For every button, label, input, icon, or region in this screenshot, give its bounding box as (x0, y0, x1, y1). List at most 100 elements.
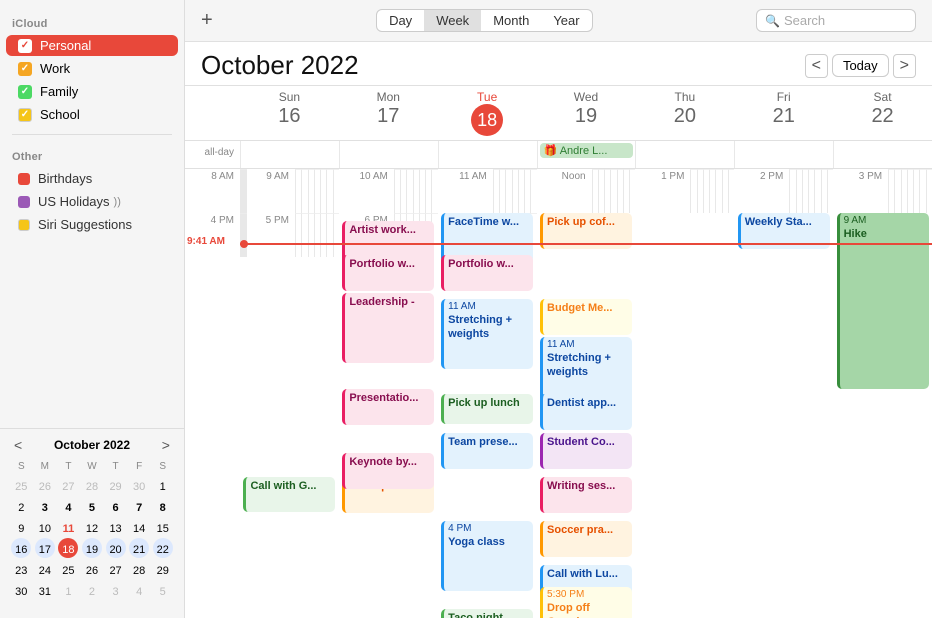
view-year-button[interactable]: Year (541, 10, 591, 31)
event-0[interactable]: Call with G... (243, 477, 335, 512)
event-18[interactable]: Student Co... (540, 433, 632, 469)
mini-cal-next[interactable]: > (158, 437, 174, 453)
time-cell-1-6[interactable] (333, 169, 339, 213)
mini-cal-prev[interactable]: < (10, 437, 26, 453)
event-9[interactable]: 11 AMStretching + weights (441, 299, 533, 369)
allday-event-andre[interactable]: 🎁 Andre L... (540, 143, 634, 158)
event-15[interactable]: Budget Me... (540, 299, 632, 335)
sidebar-item-siri-suggestions[interactable]: Siri Suggestions (6, 214, 178, 235)
event-4[interactable]: Presentatio... (342, 389, 434, 425)
mini-cal-day-4[interactable]: 4 (58, 496, 78, 516)
event-8[interactable]: Portfolio w... (441, 255, 533, 291)
mini-cal-day-3[interactable]: 3 (35, 496, 55, 516)
view-day-button[interactable]: Day (377, 10, 424, 31)
mini-cal-day-5[interactable]: 5 (82, 496, 102, 516)
cal-title: October 2022 (201, 50, 805, 81)
school-label: School (40, 107, 80, 122)
mini-cal-day-8[interactable]: 8 (153, 496, 173, 516)
event-2[interactable]: Portfolio w... (342, 255, 434, 291)
next-week-button[interactable]: > (893, 54, 916, 78)
search-box[interactable]: 🔍 Search (756, 9, 916, 32)
time-cell-2-6[interactable] (431, 169, 437, 213)
mini-cal-day-25-sep[interactable]: 25 (11, 475, 31, 495)
event-19[interactable]: Writing ses... (540, 477, 632, 513)
mini-cal-day-12[interactable]: 12 (82, 517, 102, 537)
mini-cal-day-1-nov[interactable]: 1 (58, 580, 78, 600)
mini-cal-day-19[interactable]: 19 (82, 538, 102, 558)
time-cell-4-6[interactable] (629, 169, 635, 213)
mini-cal-day-3-nov[interactable]: 3 (106, 580, 126, 600)
prev-week-button[interactable]: < (805, 54, 828, 78)
mini-cal-day-20[interactable]: 20 (106, 538, 126, 558)
mini-cal-day-1[interactable]: 1 (153, 475, 173, 495)
event-24[interactable]: 9 AMHike (837, 213, 929, 389)
mini-cal-day-23[interactable]: 23 (11, 559, 31, 579)
mini-cal-day-30[interactable]: 30 (11, 580, 31, 600)
view-month-button[interactable]: Month (481, 10, 541, 31)
allday-cell-mon (339, 141, 438, 168)
view-week-button[interactable]: Week (424, 10, 481, 31)
mini-cal-day-13[interactable]: 13 (106, 517, 126, 537)
event-20[interactable]: Soccer pra... (540, 521, 632, 557)
mini-cal-day-2[interactable]: 2 (11, 496, 31, 516)
mini-cal-day-7[interactable]: 7 (129, 496, 149, 516)
mini-cal-day-25[interactable]: 25 (58, 559, 78, 579)
mini-cal-day-11[interactable]: 11 (58, 517, 78, 537)
event-3[interactable]: Leadership - (342, 293, 434, 363)
sidebar-item-work[interactable]: Work (6, 58, 178, 79)
sidebar-item-family[interactable]: Family (6, 81, 178, 102)
add-event-button[interactable]: + (201, 9, 213, 32)
event-10[interactable]: Pick up lunch (441, 394, 533, 424)
sidebar-item-us-holidays[interactable]: US Holidays )) (6, 191, 178, 212)
mini-cal-day-header-t2: T (104, 459, 127, 474)
week-days-header: Sun 16 Mon 17 Tue 18 Wed 19 Thu 20 Fri 2… (185, 86, 932, 141)
mini-cal-day-27[interactable]: 27 (106, 559, 126, 579)
time-cell-9-6[interactable] (333, 213, 339, 257)
time-cell-6-6[interactable] (827, 169, 833, 213)
time-cell-0-6[interactable] (246, 169, 247, 213)
today-button[interactable]: Today (832, 54, 889, 77)
time-cell-5-6[interactable] (728, 169, 734, 213)
mini-cal-day-4-nov[interactable]: 4 (129, 580, 149, 600)
sidebar-item-birthdays[interactable]: Birthdays (6, 168, 178, 189)
sidebar-item-school[interactable]: School (6, 104, 178, 125)
time-cell-8-6[interactable] (246, 213, 247, 257)
time-label-4: Noon (537, 169, 592, 213)
mini-cal-day-22[interactable]: 22 (153, 538, 173, 558)
mini-cal-day-14[interactable]: 14 (129, 517, 149, 537)
mini-cal-day-6[interactable]: 6 (106, 496, 126, 516)
mini-cal-day-header-f: F (128, 459, 151, 474)
mini-cal-day-21[interactable]: 21 (129, 538, 149, 558)
mini-cal-day-2-nov[interactable]: 2 (82, 580, 102, 600)
event-13[interactable]: 4 PMYoga class (441, 521, 533, 591)
mini-cal-day-24[interactable]: 24 (35, 559, 55, 579)
mini-cal-day-30-sep[interactable]: 30 (129, 475, 149, 495)
mini-cal-day-10[interactable]: 10 (35, 517, 55, 537)
mini-cal-grid: S M T W T F S 25 26 27 28 29 30 1 2 3 4 … (10, 459, 174, 600)
mini-cal-day-28-sep[interactable]: 28 (82, 475, 102, 495)
mini-cal-day-27-sep[interactable]: 27 (58, 475, 78, 495)
event-6[interactable]: Keynote by... (342, 453, 434, 489)
mini-cal-day-5-nov[interactable]: 5 (153, 580, 173, 600)
time-cell-7-6[interactable] (926, 169, 932, 213)
week-day-header-fri: Fri 21 (734, 86, 833, 140)
mini-cal-day-28[interactable]: 28 (129, 559, 149, 579)
event-12[interactable]: Taco night (441, 609, 533, 618)
event-22[interactable]: 5:30 PMDrop off Grandma... (540, 587, 632, 618)
time-cell-3-6[interactable] (530, 169, 536, 213)
mini-cal-day-29-sep[interactable]: 29 (106, 475, 126, 495)
mini-cal-day-16[interactable]: 16 (11, 538, 31, 558)
mini-cal-day-17[interactable]: 17 (35, 538, 55, 558)
mini-cal-day-26-sep[interactable]: 26 (35, 475, 55, 495)
mini-cal-day-31[interactable]: 31 (35, 580, 55, 600)
event-11[interactable]: Team prese... (441, 433, 533, 469)
sidebar-item-personal[interactable]: Personal (6, 35, 178, 56)
time-row-3: 11 AM (438, 169, 537, 213)
allday-cell-thu (635, 141, 734, 168)
mini-cal-day-26[interactable]: 26 (82, 559, 102, 579)
mini-cal-day-29[interactable]: 29 (153, 559, 173, 579)
mini-cal-day-18[interactable]: 18 (58, 538, 78, 558)
mini-cal-day-9[interactable]: 9 (11, 517, 31, 537)
mini-cal-day-15[interactable]: 15 (153, 517, 173, 537)
event-17[interactable]: Dentist app... (540, 394, 632, 430)
